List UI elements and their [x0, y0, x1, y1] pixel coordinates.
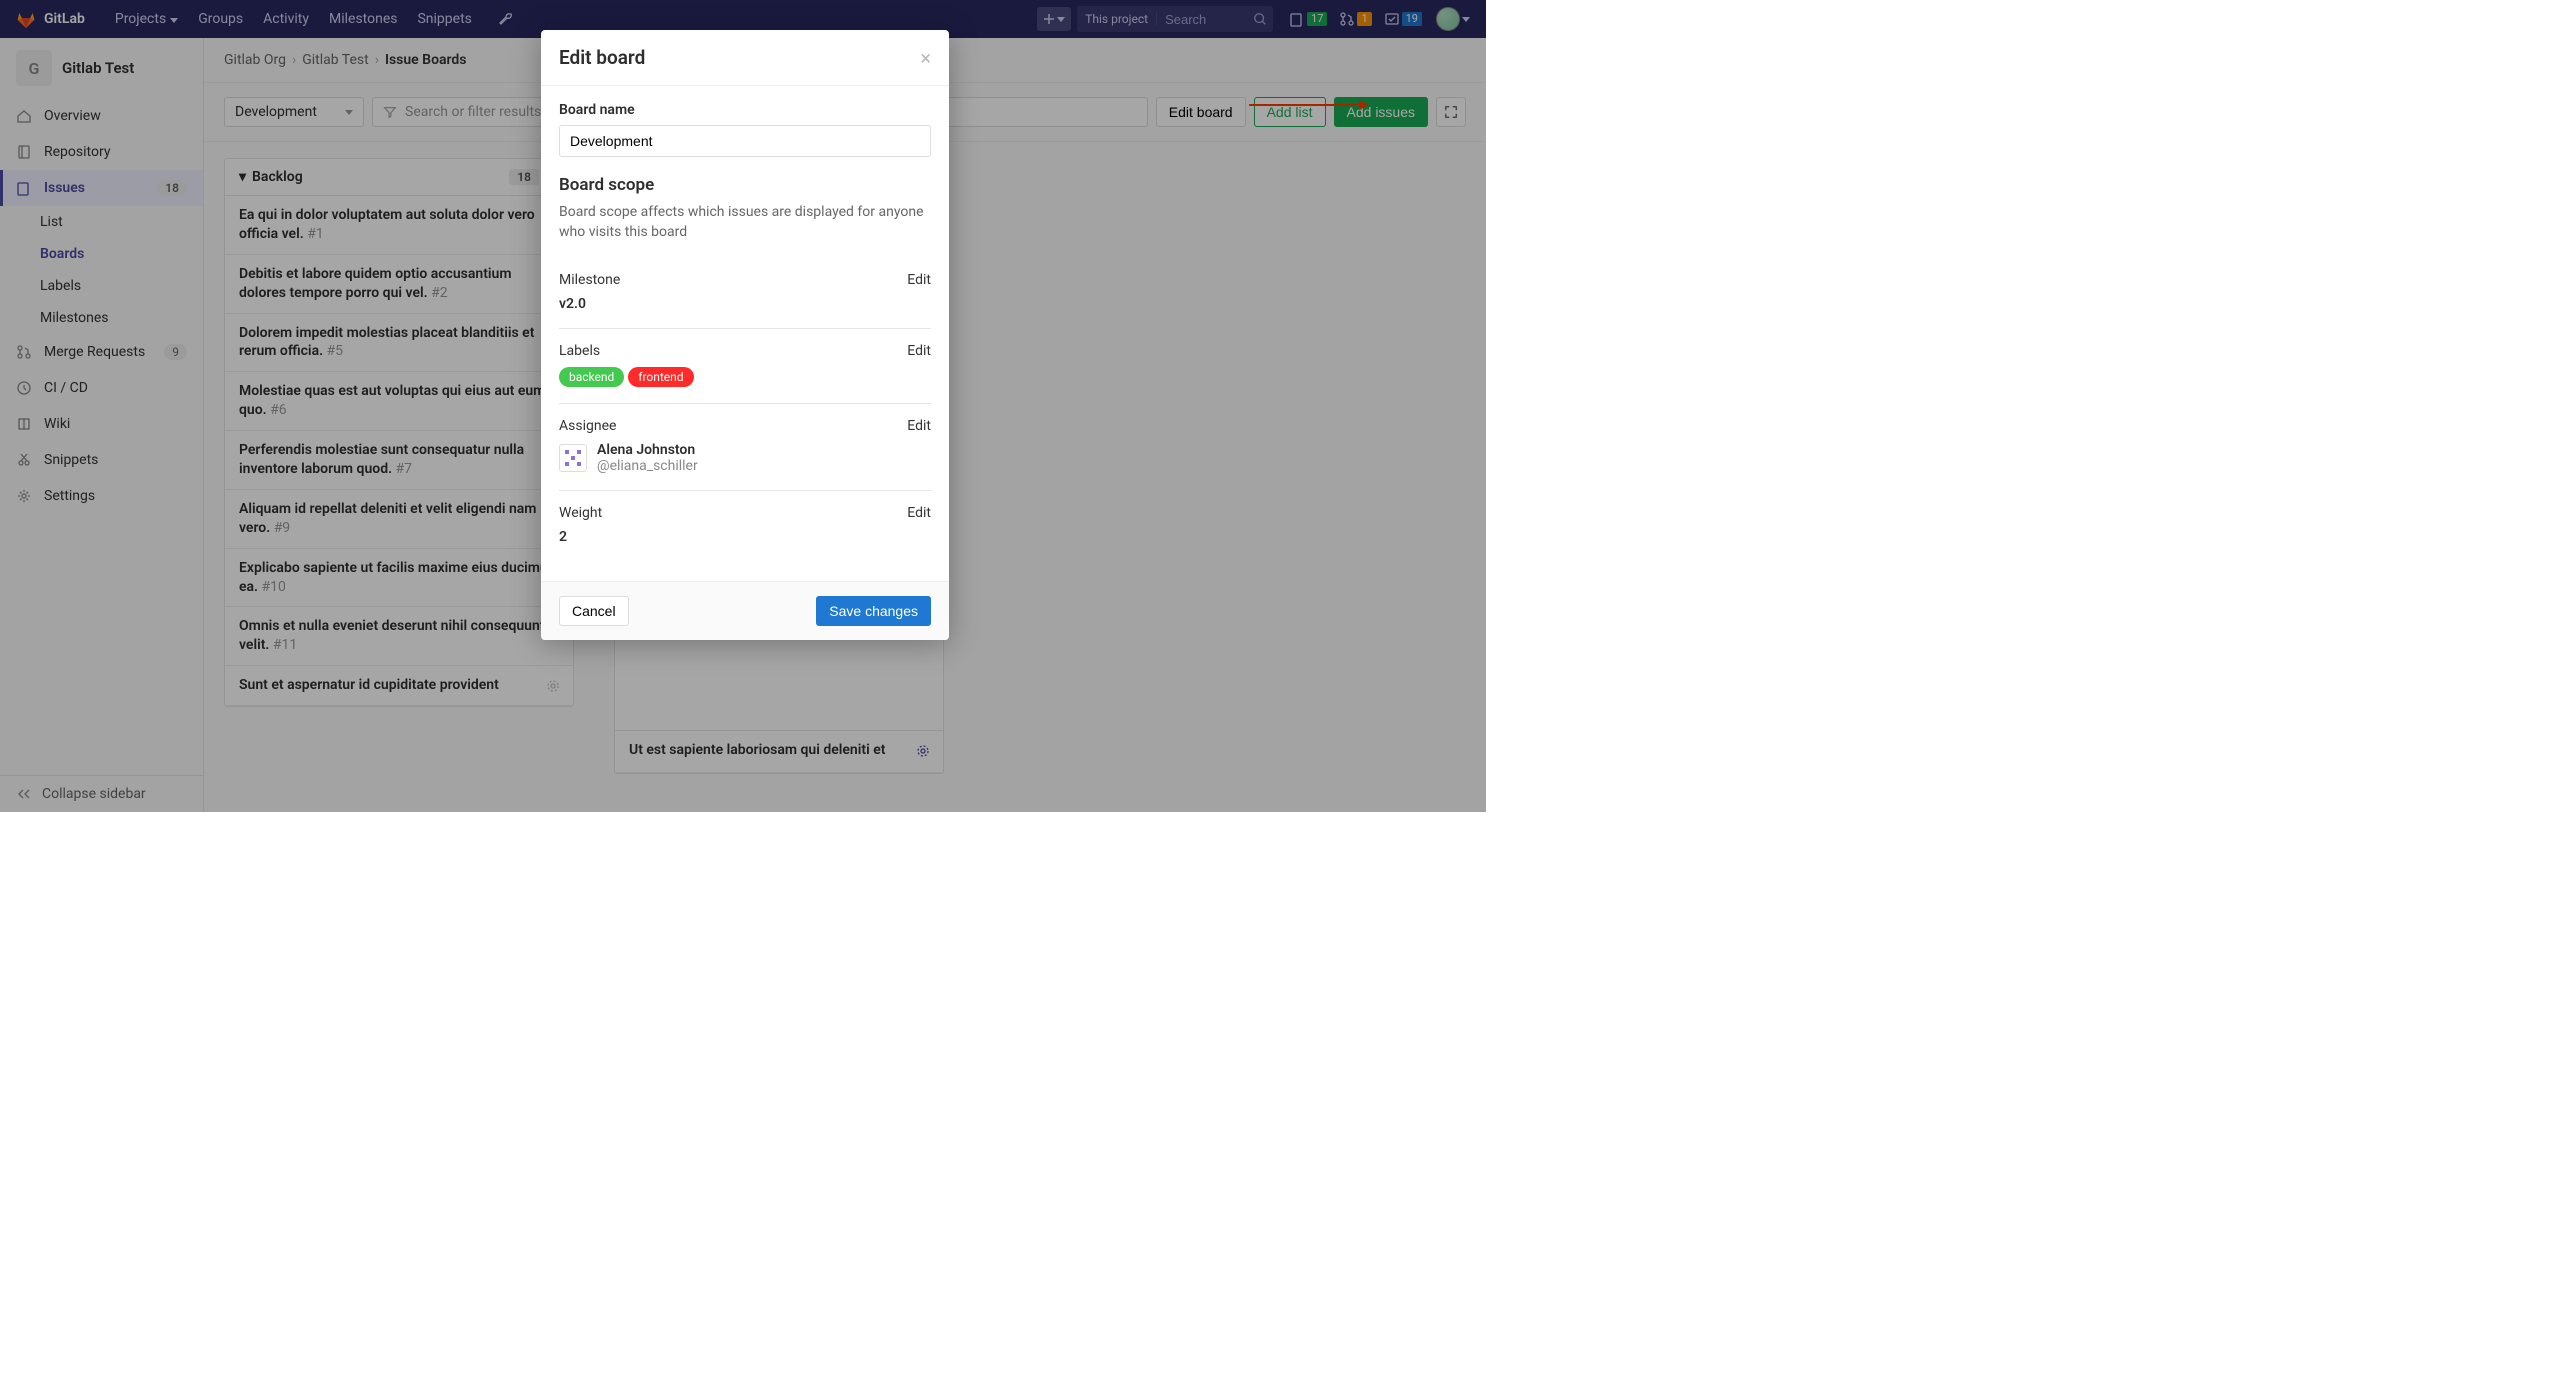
scope-description: Board scope affects which issues are dis…	[559, 203, 931, 242]
edit-labels-link[interactable]: Edit	[907, 343, 931, 359]
save-changes-button[interactable]: Save changes	[816, 596, 931, 626]
scope-weight: WeightEdit 2	[559, 491, 931, 561]
label-chip: backend	[559, 367, 624, 387]
edit-assignee-link[interactable]: Edit	[907, 418, 931, 434]
weight-value: 2	[559, 529, 931, 545]
assignee-handle: @eliana_schiller	[597, 458, 698, 474]
edit-board-modal: Edit board × Board name Board scope Boar…	[541, 30, 949, 640]
scope-assignee: AssigneeEdit Alena Johnston @eliana_schi…	[559, 404, 931, 491]
cancel-button[interactable]: Cancel	[559, 596, 629, 626]
edit-weight-link[interactable]: Edit	[907, 505, 931, 521]
scope-title: Board scope	[559, 175, 931, 195]
scope-milestone: MilestoneEdit v2.0	[559, 258, 931, 329]
milestone-value: v2.0	[559, 296, 931, 312]
label-chip: frontend	[628, 367, 693, 387]
assignee-name: Alena Johnston	[597, 442, 698, 458]
close-icon[interactable]: ×	[920, 48, 931, 68]
scope-labels: LabelsEdit backendfrontend	[559, 329, 931, 404]
board-name-input[interactable]	[559, 125, 931, 157]
board-name-label: Board name	[559, 102, 931, 118]
modal-title: Edit board	[559, 46, 645, 69]
assignee-avatar	[559, 444, 587, 472]
edit-milestone-link[interactable]: Edit	[907, 272, 931, 288]
